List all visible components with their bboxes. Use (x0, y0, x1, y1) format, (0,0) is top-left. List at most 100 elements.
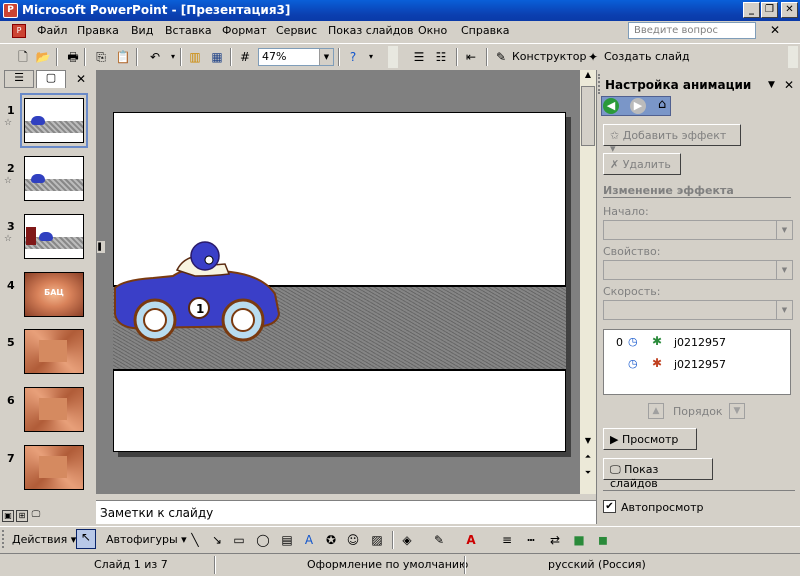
new-icon[interactable]: 🗋 (14, 48, 32, 66)
add-effect-button[interactable]: ✩ Добавить эффект ▾ (603, 124, 741, 155)
undo-icon[interactable]: ↶ (146, 48, 164, 66)
insert-chart-icon[interactable]: ▥ (186, 48, 204, 66)
close-pane-icon[interactable]: ✕ (76, 72, 86, 86)
slide-thumbnail-3[interactable] (24, 214, 84, 259)
splitter-handle[interactable]: ▌ (96, 240, 106, 254)
move-down-icon[interactable]: ▼ (729, 403, 745, 419)
clipart-icon[interactable]: ☺ (344, 531, 362, 549)
menu-help[interactable]: Справка (458, 23, 512, 38)
close-pane-icon[interactable]: ✕ (784, 78, 794, 92)
scroll-down-icon[interactable]: ▼ (580, 436, 596, 450)
next-slide-icon[interactable]: ⏷ (580, 468, 596, 482)
fill-color-icon[interactable]: ◈ (398, 531, 416, 549)
animation-item-name[interactable]: j0212957 (674, 336, 726, 349)
pane-grip[interactable] (598, 74, 604, 94)
menu-format[interactable]: Формат (219, 23, 270, 38)
oval-icon[interactable]: ◯ (254, 531, 272, 549)
move-up-icon[interactable]: ▲ (648, 403, 664, 419)
picture-icon[interactable]: ▨ (368, 531, 386, 549)
tab-outline[interactable]: ☰ (4, 70, 34, 88)
home-icon[interactable]: ⌂ (658, 97, 666, 112)
slide-thumbnail-5[interactable] (24, 329, 84, 374)
print-icon[interactable]: 🖶 (64, 48, 82, 66)
document-icon[interactable]: P (12, 24, 26, 38)
chevron-down-icon[interactable]: ▼ (319, 49, 333, 65)
start-select[interactable]: ▼ (603, 220, 793, 240)
menu-file[interactable]: Файл (34, 23, 70, 38)
normal-view-icon[interactable]: ▣ (2, 510, 14, 522)
select-pointer-icon[interactable]: ↖ (76, 529, 96, 549)
insert-table-icon[interactable]: ▦ (208, 48, 226, 66)
chevron-down-icon[interactable]: ▼ (776, 221, 792, 239)
speed-select[interactable]: ▼ (603, 300, 793, 320)
toolbar-grip[interactable] (388, 46, 398, 68)
minimize-button[interactable]: _ (743, 2, 760, 18)
back-icon[interactable]: ◀ (603, 98, 619, 114)
bullets-icon[interactable]: ☷ (432, 48, 450, 66)
copy-icon[interactable]: ⎘ (92, 48, 110, 66)
scroll-up-icon[interactable]: ▲ (580, 70, 596, 84)
textbox-icon[interactable]: ▤ (278, 531, 296, 549)
indent-icon[interactable]: ⇤ (462, 48, 480, 66)
diagram-icon[interactable]: ✪ (322, 531, 340, 549)
3d-style-icon[interactable]: ◼ (594, 531, 612, 549)
shadow-icon[interactable]: ■ (570, 531, 588, 549)
autopreview-checkbox[interactable]: ✔ (603, 500, 616, 513)
new-slide-button[interactable]: Создать слайд (604, 50, 690, 63)
powerpoint-app-icon[interactable]: P (3, 3, 18, 18)
forward-icon[interactable]: ▶ (630, 98, 646, 114)
design-button[interactable]: Конструктор (512, 50, 586, 63)
dash-style-icon[interactable]: ┅ (522, 531, 540, 549)
menu-tools[interactable]: Сервис (273, 23, 320, 38)
arrow-icon[interactable]: ↘ (208, 531, 226, 549)
slide-thumbnail-1[interactable] (24, 98, 84, 143)
menu-window[interactable]: Окно (415, 23, 450, 38)
slideshow-button[interactable]: 🖵 Показ слайдов (603, 458, 713, 490)
zoom-select[interactable]: 47% ▼ (258, 48, 334, 66)
property-select[interactable]: ▼ (603, 260, 793, 280)
scroll-thumb[interactable] (581, 86, 595, 146)
tab-slides[interactable]: ▢ (36, 70, 66, 88)
design-icon[interactable]: ✎ (492, 48, 510, 66)
slide-thumbnail-7[interactable] (24, 445, 84, 490)
arrow-style-icon[interactable]: ⇄ (546, 531, 564, 549)
toolbar-grip[interactable] (788, 46, 798, 68)
animation-list[interactable]: 0 ◷ ✱ j0212957 ◷ ✱ j0212957 (603, 329, 791, 395)
preview-button[interactable]: ▶ Просмотр (603, 428, 697, 450)
delete-button[interactable]: ✗ Удалить (603, 153, 681, 175)
menu-insert[interactable]: Вставка (162, 23, 215, 38)
actions-menu[interactable]: Действия ▾ (12, 533, 76, 546)
chevron-down-icon[interactable]: ▼ (776, 261, 792, 279)
animation-item-name[interactable]: j0212957 (674, 358, 726, 371)
pane-menu-icon[interactable]: ▼ (768, 80, 775, 90)
race-car-clipart[interactable]: 1 (113, 236, 283, 344)
restore-button[interactable]: ❐ (761, 2, 778, 18)
menu-edit[interactable]: Правка (74, 23, 122, 38)
wordart-icon[interactable]: A (300, 531, 318, 549)
close-button[interactable]: ✕ (781, 2, 798, 18)
slide-thumbnail-6[interactable] (24, 387, 84, 432)
help-icon[interactable]: ? (344, 48, 362, 66)
notes-field[interactable]: Заметки к слайду (96, 500, 596, 524)
line-style-icon[interactable]: ≡ (498, 531, 516, 549)
line-icon[interactable]: ╲ (186, 531, 204, 549)
slide-thumbnail-4[interactable]: БАЦ (24, 272, 84, 317)
slide-thumbnail-2[interactable] (24, 156, 84, 201)
autoshapes-menu[interactable]: Автофигуры ▾ (106, 533, 187, 546)
toolbar-options-icon[interactable]: ▾ (362, 48, 380, 66)
rectangle-icon[interactable]: ▭ (230, 531, 248, 549)
menu-slideshow[interactable]: Показ слайдов (325, 23, 417, 38)
new-slide-icon[interactable]: ✦ (584, 48, 602, 66)
vertical-scrollbar[interactable]: ▲ ▼ ⏶ ⏷ (580, 70, 596, 494)
close-document-icon[interactable]: ✕ (770, 23, 780, 37)
show-grid-icon[interactable]: # (236, 48, 254, 66)
numbering-icon[interactable]: ☰ (410, 48, 428, 66)
font-color-icon[interactable]: A (462, 531, 480, 549)
toolbar-grip[interactable] (2, 530, 6, 548)
previous-slide-icon[interactable]: ⏶ (580, 452, 596, 466)
chevron-down-icon[interactable]: ▼ (776, 301, 792, 319)
slide-sorter-icon[interactable]: ⊞ (16, 510, 28, 522)
ask-question-input[interactable]: Введите вопрос (628, 22, 756, 39)
slideshow-view-icon[interactable]: 🖵 (30, 510, 42, 522)
open-icon[interactable]: 📂 (34, 48, 52, 66)
